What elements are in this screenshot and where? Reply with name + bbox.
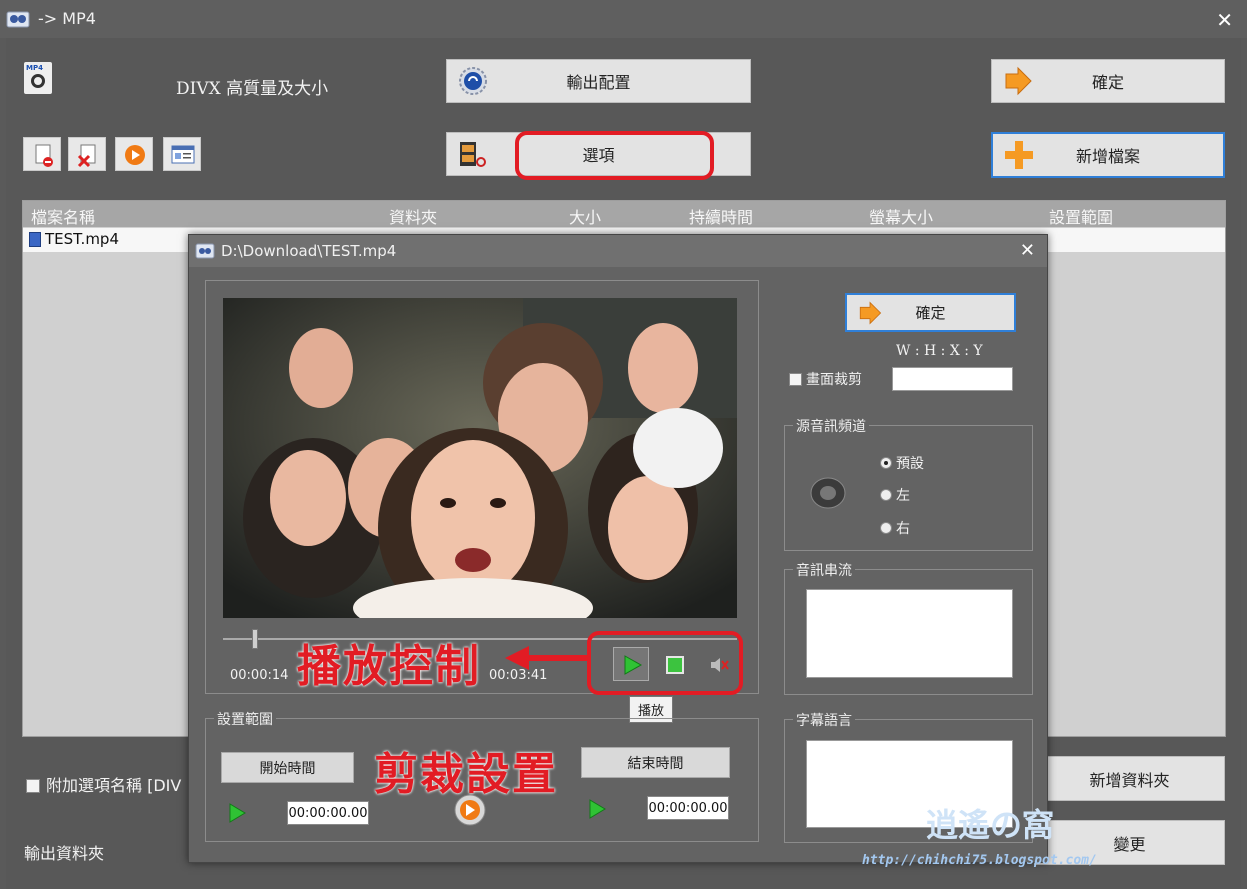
dialog-title: D:\Download\TEST.mp4 (221, 242, 397, 260)
audio-channel-title: 源音訊頻道 (793, 416, 869, 436)
clear-list-button[interactable] (68, 137, 106, 171)
mp4-format-icon: MP4 (24, 62, 52, 94)
window-title: -> MP4 (38, 9, 96, 28)
app-icon (6, 11, 30, 28)
video-preview (223, 298, 737, 618)
playback-control-annotation: 播放控制 (297, 641, 481, 692)
radio-default[interactable]: 預設 (880, 453, 924, 473)
play-icon (589, 799, 606, 819)
add-file-button[interactable]: 新增檔案 (991, 132, 1225, 178)
audio-stream-title: 音訊串流 (793, 560, 855, 580)
annotation-arrow-icon (505, 646, 590, 670)
column-header-folder[interactable]: 資料夾 (389, 204, 437, 228)
close-icon[interactable]: ✕ (1020, 240, 1035, 261)
remove-file-button[interactable] (23, 137, 61, 171)
gear-icon (459, 67, 487, 95)
column-header-duration[interactable]: 持續時間 (689, 204, 753, 228)
end-play-button[interactable] (585, 797, 609, 821)
start-play-button[interactable] (225, 801, 249, 825)
end-time-field[interactable]: 00:00:00.00 (647, 796, 729, 820)
profile-label: DIVX 高質量及大小 (176, 79, 329, 99)
column-header-screen-size[interactable]: 螢幕大小 (869, 204, 933, 228)
seek-bar-thumb[interactable] (252, 629, 259, 649)
play-button[interactable] (115, 137, 153, 171)
crop-checkbox[interactable]: 畫面裁剪 (789, 369, 862, 389)
checkbox-icon[interactable] (26, 779, 40, 793)
film-scissors-icon (460, 142, 486, 167)
plus-icon (1005, 141, 1033, 169)
ok-button[interactable]: 確定 (991, 59, 1225, 103)
watermark-logo: 逍遙の窩 (926, 806, 1055, 844)
video-file-icon (29, 232, 41, 247)
column-header-range[interactable]: 設置範圍 (1049, 204, 1113, 228)
play-icon (125, 145, 145, 165)
output-config-button[interactable]: 輸出配置 (446, 59, 751, 103)
arrow-right-icon (859, 300, 882, 325)
radio-left[interactable]: 左 (880, 485, 910, 505)
info-button[interactable] (163, 137, 201, 171)
checkbox-icon[interactable] (789, 373, 802, 386)
arrow-right-icon (1005, 66, 1032, 96)
options-highlight-box (515, 131, 714, 180)
dialog-title-bar: D:\Download\TEST.mp4 ✕ (189, 235, 1047, 267)
crop-input[interactable] (892, 367, 1013, 391)
output-folder-label: 輸出資料夾 (24, 844, 105, 863)
column-header-size[interactable]: 大小 (569, 204, 601, 228)
current-time: 00:00:14 (230, 668, 289, 683)
clear-list-icon (77, 144, 96, 168)
range-panel-title: 設置範圍 (214, 709, 276, 729)
watermark-url: http://chihchi75.blogspot.com/ (862, 853, 1097, 868)
subtitle-title: 字幕語言 (793, 710, 855, 730)
speaker-icon (810, 477, 846, 509)
close-icon[interactable]: ✕ (1216, 8, 1233, 32)
app-icon (195, 243, 215, 259)
dialog-ok-button[interactable]: 確定 (845, 293, 1016, 332)
audio-stream-list[interactable] (806, 589, 1013, 678)
file-name: TEST.mp4 (45, 230, 119, 248)
play-icon (229, 803, 246, 823)
file-list-header: 檔案名稱 資料夾 大小 持續時間 螢幕大小 設置範圍 (23, 201, 1225, 227)
start-time-button[interactable]: 開始時間 (221, 752, 354, 783)
add-folder-button[interactable]: 新增資料夾 (1034, 756, 1225, 801)
radio-right[interactable]: 右 (880, 518, 910, 538)
end-time-button[interactable]: 結束時間 (581, 747, 730, 778)
column-header-name[interactable]: 檔案名稱 (31, 204, 95, 228)
video-frame-image (223, 298, 737, 618)
options-dialog: D:\Download\TEST.mp4 ✕ 00:00:14 00:03:41… (188, 234, 1048, 863)
addname-checkbox[interactable]: 附加選項名稱 [DIV (26, 772, 181, 796)
playback-highlight-box (587, 631, 743, 695)
info-icon (171, 145, 195, 164)
crop-format-label: W : H : X : Y (896, 343, 983, 359)
start-time-field[interactable]: 00:00:00.00 (287, 801, 369, 825)
remove-file-icon (35, 144, 53, 167)
title-bar: -> MP4 ✕ (0, 0, 1247, 38)
trim-settings-annotation: 剪裁設置 (374, 749, 558, 800)
